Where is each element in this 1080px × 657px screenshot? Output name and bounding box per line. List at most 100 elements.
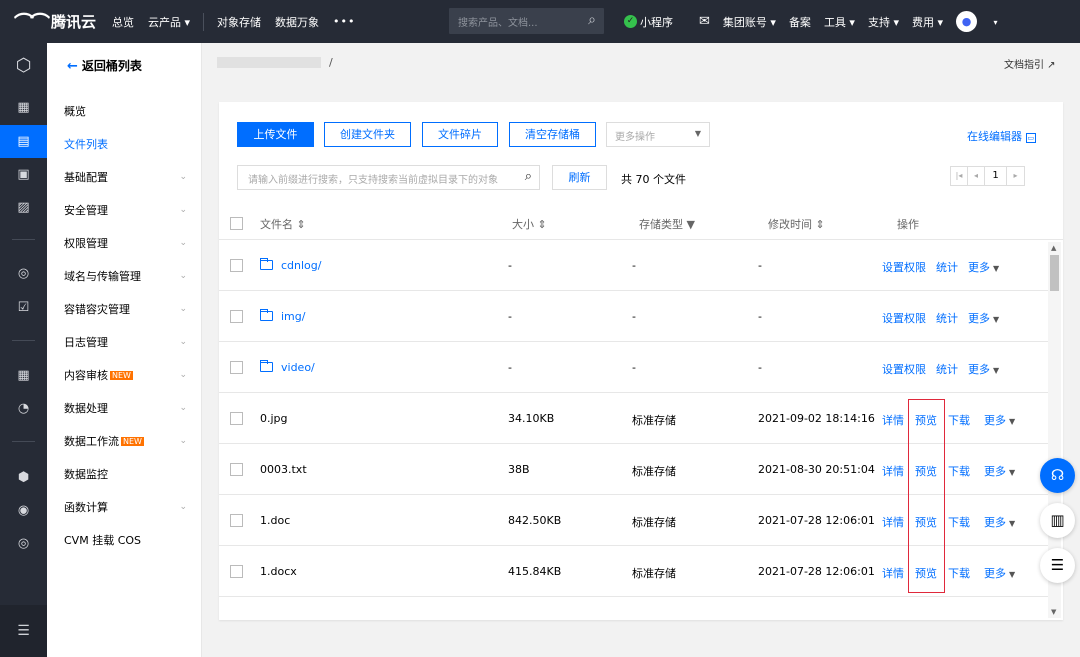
file-fragments-button[interactable]: 文件碎片 [422,122,498,147]
sidebar-item-security[interactable]: 安全管理 ⌄ [64,194,189,227]
compass-icon[interactable]: ◉ [0,494,47,527]
download-link[interactable]: 下载 [948,514,970,530]
global-search-input[interactable]: 搜索产品、文档... ⌕ [449,8,604,34]
current-page[interactable]: 1 [985,167,1007,185]
sidebar-item-logs[interactable]: 日志管理 ⌄ [64,326,189,359]
folder-name-link[interactable]: cdnlog/ [260,258,321,272]
group-account-menu[interactable]: 集团账号 ▾ [723,14,776,30]
sidebar-item-domain-transfer[interactable]: 域名与传输管理 ⌄ [64,260,189,293]
headset-icon[interactable]: ☊ [1040,458,1075,493]
download-link[interactable]: 下载 [948,412,970,428]
sidebar-item-cvm-mount[interactable]: CVM 挂载 COS [64,524,189,557]
breadcrumb-bucket-name[interactable] [217,57,321,68]
more-actions-link[interactable]: 更多 ▼ [984,514,1015,530]
row-checkbox[interactable] [230,412,243,425]
dashboard-icon[interactable]: ▦ [0,91,47,124]
list-indent-icon[interactable]: ☰ [1040,548,1075,583]
scroll-thumb[interactable] [1050,255,1059,291]
more-nav-icon[interactable]: ••• [333,15,355,28]
sidebar-item-workflow[interactable]: 数据工作流 NEW ⌄ [64,425,189,458]
set-permission-link[interactable]: 设置权限 [882,259,926,275]
target-icon[interactable]: ◎ [0,527,47,560]
miniapp-link[interactable]: ✓ 小程序 [624,14,686,30]
header-name[interactable]: 文件名 ⇕ [260,216,306,232]
scroll-down-icon[interactable]: ▼ [1051,608,1056,616]
nav-cos[interactable]: 对象存储 [217,14,261,30]
stats-link[interactable]: 统计 [936,361,958,377]
more-actions-select[interactable]: 更多操作 ▼ [606,122,710,147]
next-page-button[interactable]: ▸ [1007,167,1024,185]
sidebar-item-data-processing[interactable]: 数据处理 ⌄ [64,392,189,425]
download-link[interactable]: 下载 [948,463,970,479]
hex-icon[interactable]: ⬢ [0,461,47,494]
sidebar-item-file-list[interactable]: 文件列表 [64,128,189,161]
more-actions-link[interactable]: 更多 ▼ [968,310,999,326]
details-link[interactable]: 详情 [882,463,904,479]
sidebar-item-monitoring[interactable]: 数据监控 [64,458,189,491]
folder-name-link[interactable]: video/ [260,360,315,374]
fees-menu[interactable]: 费用 ▾ [912,14,943,30]
search-icon[interactable]: ⌕ [588,12,596,28]
create-folder-button[interactable]: 创建文件夹 [324,122,411,147]
nav-overview[interactable]: 总览 [112,14,134,30]
sidebar-item-disaster-recovery[interactable]: 容错容灾管理 ⌄ [64,293,189,326]
row-checkbox[interactable] [230,361,243,374]
stats-link[interactable]: 统计 [936,310,958,326]
user-avatar[interactable]: ● ▾ [956,11,1011,32]
header-storage-type[interactable]: 存储类型 ▼ [639,216,695,232]
sidebar-item-functions[interactable]: 函数计算 ⌄ [64,491,189,524]
book-icon[interactable]: ▥ [1040,503,1075,538]
header-size[interactable]: 大小 ⇕ [512,216,547,232]
row-checkbox[interactable] [230,565,243,578]
stats-link[interactable]: 统计 [936,259,958,275]
mail-icon[interactable]: ✉ [699,14,710,29]
cube-icon[interactable]: ⬡ [0,49,47,82]
folder-name-link[interactable]: img/ [260,309,305,323]
grid-icon[interactable]: ▦ [0,359,47,392]
details-link[interactable]: 详情 [882,514,904,530]
sidebar-item-permissions[interactable]: 权限管理 ⌄ [64,227,189,260]
row-checkbox[interactable] [230,463,243,476]
prefix-search-input[interactable]: 请输入前缀进行搜索，只支持搜索当前虚拟目录下的对象 ⌕ [237,165,540,190]
download-link[interactable]: 下载 [948,565,970,581]
row-checkbox[interactable] [230,514,243,527]
set-permission-link[interactable]: 设置权限 [882,361,926,377]
row-checkbox[interactable] [230,259,243,272]
more-actions-link[interactable]: 更多 ▼ [968,259,999,275]
refresh-button[interactable]: 刷新 [552,165,607,190]
gauge-icon[interactable]: ◔ [0,392,47,425]
sidebar-item-content-audit[interactable]: 内容审核 NEW ⌄ [64,359,189,392]
back-to-bucket-list[interactable]: ← 返回桶列表 [67,57,142,74]
set-permission-link[interactable]: 设置权限 [882,310,926,326]
more-actions-link[interactable]: 更多 ▼ [968,361,999,377]
collapse-menu-icon[interactable]: ☰ [0,605,47,657]
image-icon[interactable]: ▨ [0,191,47,224]
header-modified-time[interactable]: 修改时间 ⇕ [768,216,825,232]
calendar-icon[interactable]: ▣ [0,158,47,191]
search-icon[interactable]: ⌕ [525,169,532,184]
row-checkbox[interactable] [230,310,243,323]
support-menu[interactable]: 支持 ▾ [868,14,899,30]
upload-file-button[interactable]: 上传文件 [237,122,314,147]
clear-bucket-button[interactable]: 清空存储桶 [509,122,596,147]
details-link[interactable]: 详情 [882,565,904,581]
select-all-checkbox[interactable] [230,217,243,230]
prev-page-button[interactable]: ◂ [968,167,985,185]
brand-logo[interactable]: ⌒⌒ 腾讯云 [0,7,105,36]
sidebar-item-overview[interactable]: 概览 [64,95,189,128]
scroll-up-icon[interactable]: ▲ [1051,244,1056,252]
nav-products[interactable]: 云产品 ▾ [148,14,190,30]
first-page-button[interactable]: |◂ [951,167,968,185]
more-actions-link[interactable]: 更多 ▼ [984,565,1015,581]
nav-ci[interactable]: 数据万象 [275,14,319,30]
storage-icon[interactable]: ▤ [0,125,47,158]
filing-link[interactable]: 备案 [789,14,811,30]
check-box-icon[interactable]: ☑ [0,291,47,324]
more-actions-link[interactable]: 更多 ▼ [984,412,1015,428]
details-link[interactable]: 详情 [882,412,904,428]
more-actions-link[interactable]: 更多 ▼ [984,463,1015,479]
ring-icon[interactable]: ◎ [0,257,47,290]
doc-guide-link[interactable]: 文档指引 ↗ [1004,56,1056,71]
sidebar-item-basic-config[interactable]: 基础配置 ⌄ [64,161,189,194]
online-editor-link[interactable]: 在线编辑器 ▭ [967,128,1037,144]
